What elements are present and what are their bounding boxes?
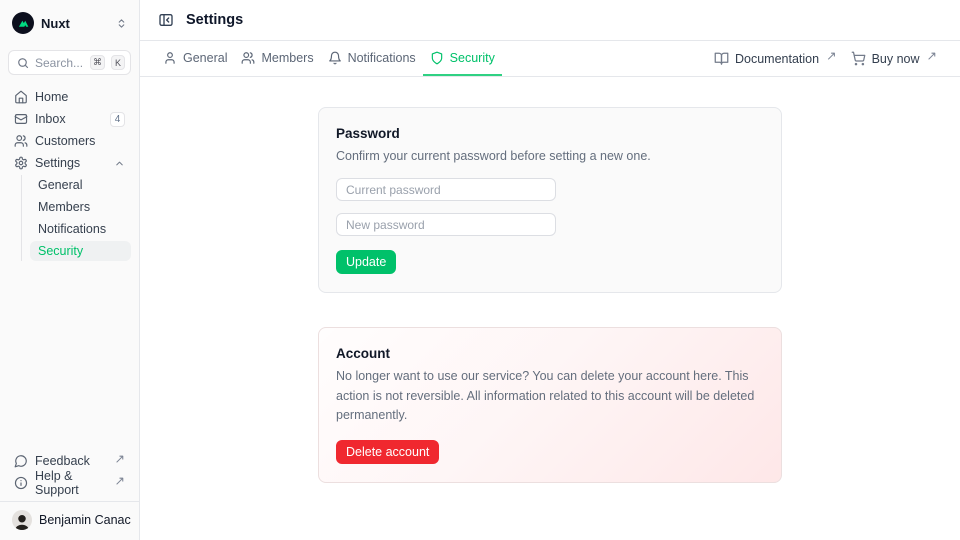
tab-label: General [183, 51, 227, 65]
sidebar: Nuxt Search... ⌘ K Home [0, 0, 140, 540]
sidebar-item-general[interactable]: General [30, 175, 131, 195]
current-password-field[interactable] [336, 178, 556, 201]
sidebar-item-inbox[interactable]: Inbox 4 [8, 109, 131, 129]
workspace-name: Nuxt [41, 16, 109, 31]
external-link-icon: ↗ [115, 473, 125, 488]
home-icon [14, 90, 28, 104]
users-icon [241, 51, 255, 65]
user-icon [163, 51, 177, 65]
sidebar-item-home[interactable]: Home [8, 87, 131, 107]
delete-account-button[interactable]: Delete account [336, 440, 439, 464]
action-label: Buy now [872, 52, 920, 66]
user-name: Benjamin Canac [39, 513, 131, 527]
tab-members[interactable]: Members [234, 41, 320, 76]
app-window: Nuxt Search... ⌘ K Home [0, 0, 960, 540]
sidebar-item-members[interactable]: Members [30, 197, 131, 217]
users-icon [14, 134, 28, 148]
external-link-icon: ↗ [115, 451, 125, 466]
sidebar-footer-nav: Feedback ↗ Help & Support ↗ [8, 451, 131, 501]
sidebar-item-feedback[interactable]: Feedback ↗ [8, 451, 131, 471]
kbd-k: K [111, 55, 125, 70]
update-password-button[interactable]: Update [336, 250, 396, 274]
settings-tabbar: General Members Notifications Security [140, 41, 960, 77]
chevrons-up-down-icon [116, 18, 127, 29]
sidebar-item-label: Settings [35, 156, 107, 170]
inbox-count-badge: 4 [110, 112, 125, 127]
new-password-field[interactable] [336, 213, 556, 236]
sidebar-item-notifications[interactable]: Notifications [30, 219, 131, 239]
external-link-icon: ↗ [927, 48, 937, 63]
gear-icon [14, 156, 28, 170]
sidebar-item-label: Help & Support [35, 469, 107, 497]
sidebar-item-label: Inbox [35, 112, 103, 126]
kbd-cmd: ⌘ [90, 55, 105, 70]
tab-notifications[interactable]: Notifications [321, 41, 423, 76]
tab-label: Notifications [348, 51, 416, 65]
account-card-title: Account [336, 346, 764, 361]
password-card-description: Confirm your current password before set… [336, 147, 764, 166]
search-placeholder: Search... [35, 56, 84, 70]
sidebar-nav: Home Inbox 4 Customers Settings [8, 87, 131, 261]
tab-label: Security [450, 51, 495, 65]
sidebar-item-label: Home [35, 90, 125, 104]
shield-icon [430, 51, 444, 65]
collapse-sidebar-button[interactable] [156, 10, 176, 30]
nuxt-logo-icon [12, 12, 34, 34]
buy-now-link[interactable]: Buy now ↗ [844, 41, 944, 76]
sidebar-item-customers[interactable]: Customers [8, 131, 131, 151]
password-card: Password Confirm your current password b… [318, 107, 782, 293]
avatar [12, 510, 32, 530]
sidebar-item-label: Security [38, 244, 123, 258]
user-menu[interactable]: Benjamin Canac [8, 502, 131, 532]
sidebar-item-label: General [38, 178, 123, 192]
search-input[interactable]: Search... ⌘ K [8, 50, 131, 75]
mail-icon [14, 112, 28, 126]
book-open-icon [714, 51, 729, 66]
account-card: Account No longer want to use our servic… [318, 327, 782, 482]
tab-general[interactable]: General [156, 41, 234, 76]
main-panel: Settings General Members Notifications [140, 0, 960, 540]
page-header: Settings [140, 0, 960, 41]
page-title: Settings [186, 12, 243, 28]
shopping-cart-icon [851, 51, 866, 66]
sidebar-item-settings[interactable]: Settings [8, 153, 131, 173]
info-circle-icon [14, 476, 28, 490]
workspace-selector[interactable]: Nuxt [8, 8, 131, 38]
account-card-description: No longer want to use our service? You c… [336, 367, 764, 425]
sidebar-item-label: Members [38, 200, 123, 214]
chevron-up-icon [114, 158, 125, 169]
sidebar-item-help-support[interactable]: Help & Support ↗ [8, 473, 131, 493]
panel-left-close-icon [158, 12, 174, 28]
tab-security[interactable]: Security [423, 41, 502, 76]
settings-security-content: Password Confirm your current password b… [140, 77, 960, 540]
search-icon [17, 57, 29, 69]
tab-label: Members [261, 51, 313, 65]
bell-icon [328, 51, 342, 65]
sidebar-item-label: Feedback [35, 454, 107, 468]
chat-bubble-icon [14, 454, 28, 468]
action-label: Documentation [735, 52, 819, 66]
sidebar-item-security[interactable]: Security [30, 241, 131, 261]
external-link-icon: ↗ [826, 48, 836, 63]
documentation-link[interactable]: Documentation ↗ [707, 41, 844, 76]
settings-subnav: General Members Notifications Security [21, 175, 131, 261]
password-card-title: Password [336, 126, 764, 141]
sidebar-item-label: Notifications [38, 222, 123, 236]
sidebar-item-label: Customers [35, 134, 125, 148]
